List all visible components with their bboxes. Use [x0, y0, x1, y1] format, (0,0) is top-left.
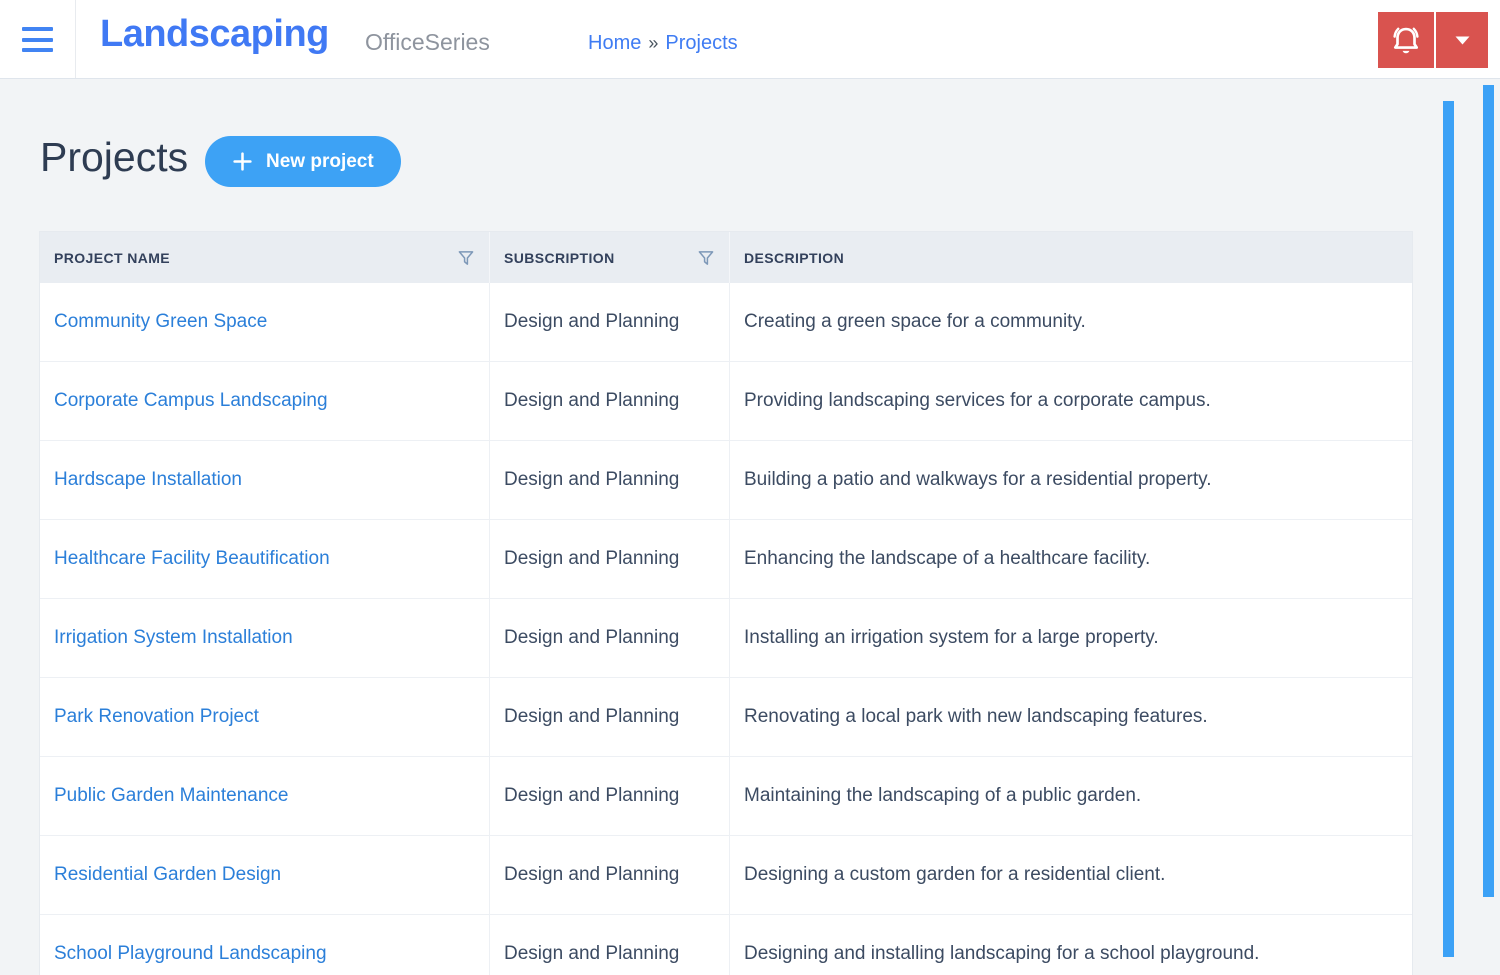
- project-name-cell: Healthcare Facility Beautification: [40, 520, 489, 598]
- subscription-value: Design and Planning: [504, 864, 680, 885]
- table-header-row: PROJECT NAME SUBSCRIPTION DESCRIPTION: [40, 232, 1412, 283]
- subscription-value: Design and Planning: [504, 311, 680, 332]
- subscription-value: Design and Planning: [504, 627, 680, 648]
- project-link[interactable]: Community Green Space: [54, 311, 267, 333]
- description-value: Building a patio and walkways for a resi…: [744, 469, 1212, 490]
- description-value: Maintaining the landscaping of a public …: [744, 785, 1142, 806]
- table-row: Community Green Space Design and Plannin…: [40, 283, 1412, 362]
- description-cell: Maintaining the landscaping of a public …: [729, 757, 1412, 835]
- table-row: Public Garden Maintenance Design and Pla…: [40, 757, 1412, 836]
- table-row: Healthcare Facility Beautification Desig…: [40, 520, 1412, 599]
- account-menu-button[interactable]: [1436, 12, 1488, 68]
- breadcrumb: Home » Projects: [588, 32, 738, 55]
- project-link[interactable]: School Playground Landscaping: [54, 943, 327, 965]
- column-header-project-name: PROJECT NAME: [40, 232, 489, 283]
- subscription-cell: Design and Planning: [489, 283, 729, 361]
- description-value: Installing an irrigation system for a la…: [744, 627, 1159, 648]
- subscription-cell: Design and Planning: [489, 757, 729, 835]
- subscription-value: Design and Planning: [504, 390, 680, 411]
- subscription-value: Design and Planning: [504, 548, 680, 569]
- project-name-cell: Hardscape Installation: [40, 441, 489, 519]
- subscription-cell: Design and Planning: [489, 520, 729, 598]
- description-value: Enhancing the landscape of a healthcare …: [744, 548, 1151, 569]
- funnel-icon: [458, 250, 474, 266]
- bell-icon: [1389, 23, 1423, 57]
- description-value: Providing landscaping services for a cor…: [744, 390, 1211, 411]
- description-value: Designing a custom garden for a resident…: [744, 864, 1166, 885]
- app-title: Landscaping: [100, 13, 329, 55]
- column-label: DESCRIPTION: [744, 249, 845, 266]
- project-link[interactable]: Healthcare Facility Beautification: [54, 548, 330, 570]
- project-name-cell: Irrigation System Installation: [40, 599, 489, 677]
- subscription-cell: Design and Planning: [489, 599, 729, 677]
- description-cell: Designing a custom garden for a resident…: [729, 836, 1412, 914]
- project-name-cell: Community Green Space: [40, 283, 489, 361]
- suite-name: OfficeSeries: [365, 29, 490, 55]
- subscription-value: Design and Planning: [504, 943, 680, 964]
- column-header-description: DESCRIPTION: [729, 232, 1412, 283]
- table-row: Residential Garden Design Design and Pla…: [40, 836, 1412, 915]
- caret-down-icon: [1454, 35, 1471, 46]
- subscription-filter-button[interactable]: [698, 250, 714, 266]
- project-link[interactable]: Park Renovation Project: [54, 706, 259, 728]
- plus-icon: [232, 151, 253, 172]
- content-scrollbar[interactable]: [1443, 101, 1454, 957]
- header-divider: [75, 0, 76, 78]
- subscription-value: Design and Planning: [504, 469, 680, 490]
- project-name-cell: Corporate Campus Landscaping: [40, 362, 489, 440]
- funnel-icon: [698, 250, 714, 266]
- project-link[interactable]: Irrigation System Installation: [54, 627, 293, 649]
- project-link[interactable]: Public Garden Maintenance: [54, 785, 288, 807]
- table-body: Community Green Space Design and Plannin…: [40, 283, 1412, 975]
- description-cell: Creating a green space for a community.: [729, 283, 1412, 361]
- column-header-subscription: SUBSCRIPTION: [489, 232, 729, 283]
- subscription-value: Design and Planning: [504, 785, 680, 806]
- top-header: Landscaping OfficeSeries Home » Projects: [0, 0, 1500, 79]
- table-row: Hardscape Installation Design and Planni…: [40, 441, 1412, 520]
- project-name-cell: Public Garden Maintenance: [40, 757, 489, 835]
- notifications-button[interactable]: [1378, 12, 1434, 68]
- table-row: Corporate Campus Landscaping Design and …: [40, 362, 1412, 441]
- project-name-cell: Park Renovation Project: [40, 678, 489, 756]
- project-name-cell: School Playground Landscaping: [40, 915, 489, 975]
- description-value: Creating a green space for a community.: [744, 311, 1086, 332]
- table-row: Irrigation System Installation Design an…: [40, 599, 1412, 678]
- column-label: SUBSCRIPTION: [504, 249, 615, 266]
- subscription-cell: Design and Planning: [489, 915, 729, 975]
- description-cell: Designing and installing landscaping for…: [729, 915, 1412, 975]
- new-project-button[interactable]: New project: [205, 136, 401, 187]
- subscription-cell: Design and Planning: [489, 362, 729, 440]
- new-project-label: New project: [266, 150, 374, 172]
- subscription-value: Design and Planning: [504, 706, 680, 727]
- projects-table: PROJECT NAME SUBSCRIPTION DESCRIPTION Co…: [40, 232, 1412, 975]
- project-name-cell: Residential Garden Design: [40, 836, 489, 914]
- description-value: Renovating a local park with new landsca…: [744, 706, 1208, 727]
- subscription-cell: Design and Planning: [489, 836, 729, 914]
- table-row: Park Renovation Project Design and Plann…: [40, 678, 1412, 757]
- description-cell: Providing landscaping services for a cor…: [729, 362, 1412, 440]
- page-scrollbar[interactable]: [1483, 85, 1494, 897]
- description-value: Designing and installing landscaping for…: [744, 943, 1260, 964]
- hamburger-menu-icon[interactable]: [22, 27, 53, 52]
- breadcrumb-current-link[interactable]: Projects: [665, 32, 737, 55]
- project-link[interactable]: Hardscape Installation: [54, 469, 242, 491]
- description-cell: Building a patio and walkways for a resi…: [729, 441, 1412, 519]
- project-name-filter-button[interactable]: [458, 250, 474, 266]
- subscription-cell: Design and Planning: [489, 441, 729, 519]
- breadcrumb-home-link[interactable]: Home: [588, 32, 641, 55]
- column-label: PROJECT NAME: [54, 249, 171, 266]
- table-row: School Playground Landscaping Design and…: [40, 915, 1412, 975]
- page-title: Projects: [40, 134, 189, 180]
- description-cell: Enhancing the landscape of a healthcare …: [729, 520, 1412, 598]
- project-link[interactable]: Corporate Campus Landscaping: [54, 390, 328, 412]
- project-link[interactable]: Residential Garden Design: [54, 864, 281, 886]
- breadcrumb-separator: »: [648, 33, 659, 53]
- description-cell: Installing an irrigation system for a la…: [729, 599, 1412, 677]
- description-cell: Renovating a local park with new landsca…: [729, 678, 1412, 756]
- subscription-cell: Design and Planning: [489, 678, 729, 756]
